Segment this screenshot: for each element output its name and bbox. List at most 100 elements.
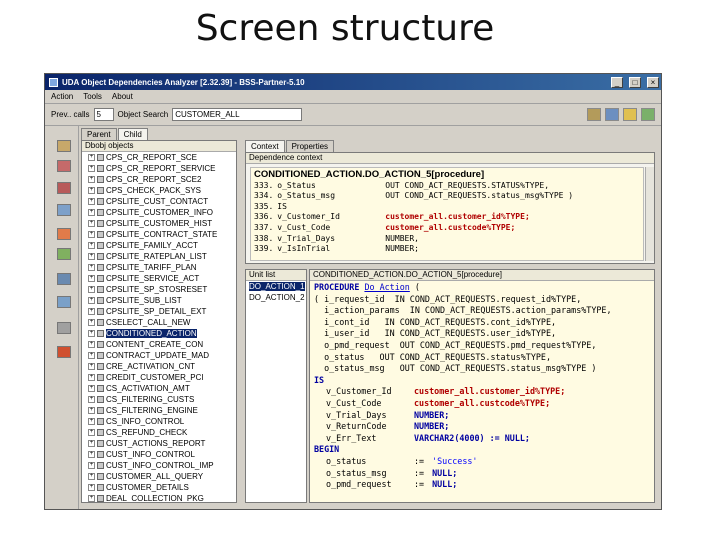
tree-item[interactable]: + CS_INFO_CONTROL bbox=[82, 416, 236, 427]
expand-icon[interactable]: + bbox=[88, 242, 95, 249]
expand-icon[interactable]: + bbox=[88, 341, 95, 348]
tree-item[interactable]: + CPSLITE_RATEPLAN_LIST bbox=[82, 251, 236, 262]
prev-calls-select[interactable]: 5 bbox=[93, 108, 114, 121]
unit-list-item[interactable]: DO_ACTION_1 bbox=[246, 281, 306, 292]
expand-icon[interactable]: + bbox=[88, 253, 95, 260]
tree-item[interactable]: + CRE_ACTIVATION_CNT bbox=[82, 361, 236, 372]
up-icon[interactable] bbox=[57, 182, 71, 194]
expand-icon[interactable]: + bbox=[88, 297, 95, 304]
tree-item[interactable]: + CPSLITE_SUB_LIST bbox=[82, 295, 236, 306]
chart-icon[interactable] bbox=[57, 248, 71, 260]
tree-item[interactable]: + DEAL_COLLECTION_PKG bbox=[82, 493, 236, 502]
tab-parent[interactable]: Parent bbox=[81, 128, 117, 140]
expand-icon[interactable]: + bbox=[88, 374, 95, 381]
tree-item[interactable]: + CPSLITE_SP_STOSRESET bbox=[82, 284, 236, 295]
tree-item[interactable]: + CREDIT_CUSTOMER_PCI bbox=[82, 372, 236, 383]
mail-icon[interactable] bbox=[57, 322, 71, 334]
tree-item[interactable]: + CPSLITE_TARIFF_PLAN bbox=[82, 262, 236, 273]
menu-action[interactable]: Action bbox=[51, 92, 73, 101]
tree-item[interactable]: + CUST_INFO_CONTROL bbox=[82, 449, 236, 460]
menu-about[interactable]: About bbox=[112, 92, 133, 101]
minimize-icon[interactable]: _ bbox=[611, 76, 623, 88]
tab-context[interactable]: Context bbox=[245, 140, 285, 152]
expand-icon[interactable]: + bbox=[88, 198, 95, 205]
tree-item[interactable]: + CPS_CHECK_PACK_SYS bbox=[82, 185, 236, 196]
expand-icon[interactable]: + bbox=[88, 154, 95, 161]
menu-tools[interactable]: Tools bbox=[83, 92, 102, 101]
tree-item[interactable]: + CUST_INFO_CONTROL_IMP bbox=[82, 460, 236, 471]
table-icon[interactable] bbox=[57, 228, 71, 240]
expand-icon[interactable]: + bbox=[88, 440, 95, 447]
expand-icon[interactable]: + bbox=[88, 264, 95, 271]
expand-icon[interactable]: + bbox=[88, 319, 95, 326]
tree-item[interactable]: + CPSLITE_CUSTOMER_INFO bbox=[82, 207, 236, 218]
context-scrollbar[interactable] bbox=[645, 167, 654, 261]
down-icon[interactable] bbox=[57, 204, 71, 216]
tree-item[interactable]: + CS_REFUND_CHECK bbox=[82, 427, 236, 438]
tree-item[interactable]: + CPSLITE_CUST_CONTACT bbox=[82, 196, 236, 207]
param-line: o_status OUT COND_ACT_REQUESTS.status%TY… bbox=[314, 351, 551, 362]
expand-icon[interactable]: + bbox=[88, 308, 95, 315]
expand-icon[interactable]: + bbox=[88, 165, 95, 172]
unit-list-item[interactable]: DO_ACTION_2 bbox=[246, 292, 306, 303]
expand-icon[interactable]: + bbox=[88, 352, 95, 359]
tree-item[interactable]: + CS_FILTERING_ENGINE bbox=[82, 405, 236, 416]
filter-icon[interactable] bbox=[57, 160, 71, 172]
open-icon[interactable] bbox=[641, 108, 655, 121]
tree-item[interactable]: + CPS_CR_REPORT_SCE2 bbox=[82, 174, 236, 185]
tree-item[interactable]: + CUST_ACTIONS_REPORT bbox=[82, 438, 236, 449]
tree-item[interactable]: + CPSLITE_CONTRACT_STATE bbox=[82, 229, 236, 240]
procedure-open-paren: ( bbox=[414, 282, 420, 292]
expand-icon[interactable]: + bbox=[88, 176, 95, 183]
expand-icon[interactable]: + bbox=[88, 418, 95, 425]
print-icon[interactable] bbox=[587, 108, 601, 121]
expand-icon[interactable]: + bbox=[88, 220, 95, 227]
tree-item[interactable]: + CONTENT_CREATE_CON bbox=[82, 339, 236, 350]
expand-icon[interactable]: + bbox=[88, 286, 95, 293]
tree-item[interactable]: + CPS_CR_REPORT_SCE bbox=[82, 152, 236, 163]
tree-item[interactable]: + CPSLITE_CUSTOMER_HIST bbox=[82, 218, 236, 229]
save-icon[interactable] bbox=[623, 108, 637, 121]
source-code[interactable]: PROCEDURE Do_Action ( ( i_request_id IN … bbox=[310, 281, 654, 492]
package-icon bbox=[97, 187, 104, 194]
tree-item[interactable]: + CUSTOMER_DETAILS bbox=[82, 482, 236, 493]
expand-icon[interactable]: + bbox=[88, 484, 95, 491]
expand-icon[interactable]: + bbox=[88, 209, 95, 216]
expand-icon[interactable]: + bbox=[88, 330, 95, 337]
tree-item[interactable]: + CPS_CR_REPORT_SERVICE bbox=[82, 163, 236, 174]
expand-icon[interactable]: + bbox=[88, 187, 95, 194]
tree-item[interactable]: + CPSLITE_FAMILY_ACCT bbox=[82, 240, 236, 251]
tree-item[interactable]: + CPSLITE_SP_DETAIL_EXT bbox=[82, 306, 236, 317]
tree-item[interactable]: + CS_ACTIVATION_AMT bbox=[82, 383, 236, 394]
maximize-icon[interactable]: □ bbox=[629, 76, 641, 88]
tree-item[interactable]: + CSELECT_CALL_NEW bbox=[82, 317, 236, 328]
expand-icon[interactable]: + bbox=[88, 462, 95, 469]
help-icon[interactable] bbox=[57, 346, 71, 358]
expand-icon[interactable]: + bbox=[88, 495, 95, 502]
expand-icon[interactable]: + bbox=[88, 275, 95, 282]
expand-icon[interactable]: + bbox=[88, 473, 95, 480]
tree-icon[interactable] bbox=[57, 140, 71, 152]
tab-child[interactable]: Child bbox=[117, 128, 148, 140]
expand-icon[interactable]: + bbox=[88, 429, 95, 436]
tab-properties[interactable]: Properties bbox=[285, 140, 335, 152]
tree-item[interactable]: + CS_FILTERING_CUSTS bbox=[82, 394, 236, 405]
expand-icon[interactable]: + bbox=[88, 363, 95, 370]
context-panel: Dependence context CONDITIONED_ACTION.DO… bbox=[245, 152, 655, 264]
expand-icon[interactable]: + bbox=[88, 407, 95, 414]
tree-item[interactable]: + CONDITIONED_ACTION bbox=[82, 328, 236, 339]
tree-item[interactable]: + CPSLITE_SERVICE_ACT bbox=[82, 273, 236, 284]
tree-item[interactable]: + CONTRACT_UPDATE_MAD bbox=[82, 350, 236, 361]
expand-icon[interactable]: + bbox=[88, 451, 95, 458]
close-icon[interactable]: × bbox=[647, 76, 659, 88]
expand-icon[interactable]: + bbox=[88, 396, 95, 403]
tree-item[interactable]: + CUSTOMER_ALL_QUERY bbox=[82, 471, 236, 482]
export-icon[interactable] bbox=[605, 108, 619, 121]
import-icon[interactable] bbox=[57, 273, 71, 285]
expand-icon[interactable]: + bbox=[88, 385, 95, 392]
procedure-name-link[interactable]: Do_Action bbox=[364, 282, 409, 292]
expand-icon[interactable]: + bbox=[88, 231, 95, 238]
object-search-input[interactable]: CUSTOMER_ALL bbox=[172, 108, 303, 121]
refresh-icon[interactable] bbox=[57, 296, 71, 308]
context-code[interactable]: CONDITIONED_ACTION.DO_ACTION_5[procedure… bbox=[250, 167, 644, 261]
